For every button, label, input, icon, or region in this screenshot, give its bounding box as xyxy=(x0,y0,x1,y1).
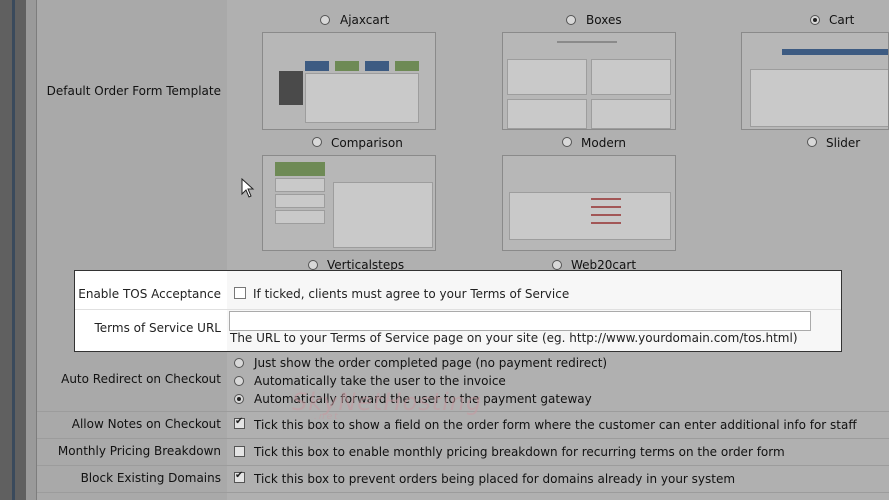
enable-tos-acceptance-label: Enable TOS Acceptance xyxy=(78,287,221,301)
template-radio-boxes[interactable] xyxy=(566,15,576,25)
terms-of-service-url-input[interactable] xyxy=(229,311,811,331)
monthly-pricing-description: Tick this box to enable monthly pricing … xyxy=(254,445,785,459)
enable-tos-description: If ticked, clients must agree to your Te… xyxy=(253,287,570,301)
tos-settings-panel: Enable TOS Acceptance If ticked, clients… xyxy=(74,270,842,352)
allow-notes-checkbox[interactable] xyxy=(234,416,245,429)
left-frame-bar xyxy=(0,0,26,500)
terms-of-service-url-description: The URL to your Terms of Service page on… xyxy=(230,331,798,345)
template-thumbnail-verticalsteps[interactable] xyxy=(262,155,436,251)
left-frame-stripe xyxy=(12,0,15,500)
template-radio-slider[interactable] xyxy=(807,137,817,147)
enable-tos-checkbox[interactable] xyxy=(234,287,246,299)
template-radio-web20cart[interactable] xyxy=(552,260,562,270)
skynethosting-watermark: SkyNetHosting .net xyxy=(292,388,482,422)
tos-row-divider xyxy=(75,309,841,310)
redirect-radio-gateway[interactable] xyxy=(234,394,244,404)
template-thumbnail-modern[interactable] xyxy=(502,32,676,130)
template-name-slider: Slider xyxy=(826,136,861,150)
template-name-comparison: Comparison xyxy=(331,136,403,150)
redirect-option-invoice: Automatically take the user to the invoi… xyxy=(254,374,506,388)
monthly-pricing-label: Monthly Pricing Breakdown xyxy=(57,444,221,458)
allow-notes-label: Allow Notes on Checkout xyxy=(71,417,221,431)
terms-of-service-url-label: Terms of Service URL xyxy=(94,321,221,335)
default-order-form-template-label: Default Order Form Template xyxy=(46,84,221,98)
row-divider xyxy=(37,465,889,466)
monthly-pricing-checkbox[interactable] xyxy=(234,446,245,457)
template-radio-verticalsteps[interactable] xyxy=(308,260,318,270)
template-thumbnail-comparison[interactable] xyxy=(262,32,436,130)
template-name-modern: Modern xyxy=(581,136,627,150)
template-radio-cart[interactable] xyxy=(810,15,820,25)
mouse-cursor-icon xyxy=(241,178,255,198)
template-thumbnail-web20cart[interactable] xyxy=(502,155,676,251)
auto-redirect-label: Auto Redirect on Checkout xyxy=(61,372,221,386)
tos-label-column xyxy=(75,271,227,351)
block-existing-domains-checkbox[interactable] xyxy=(234,470,245,483)
row-divider xyxy=(37,492,889,493)
template-name-boxes: Boxes xyxy=(586,13,622,27)
template-radio-modern[interactable] xyxy=(562,137,572,147)
block-existing-domains-description: Tick this box to prevent orders being pl… xyxy=(254,472,736,486)
template-radio-ajaxcart[interactable] xyxy=(320,15,330,25)
template-name-cart: Cart xyxy=(829,13,855,27)
redirect-radio-no-payment[interactable] xyxy=(234,358,244,368)
redirect-radio-invoice[interactable] xyxy=(234,376,244,386)
template-name-ajaxcart: Ajaxcart xyxy=(340,13,390,27)
redirect-option-no-payment: Just show the order completed page (no p… xyxy=(254,356,608,370)
template-radio-comparison[interactable] xyxy=(312,137,322,147)
block-existing-domains-label: Block Existing Domains xyxy=(80,471,221,485)
row-divider xyxy=(37,438,889,439)
template-thumbnail-slider[interactable] xyxy=(741,32,889,130)
